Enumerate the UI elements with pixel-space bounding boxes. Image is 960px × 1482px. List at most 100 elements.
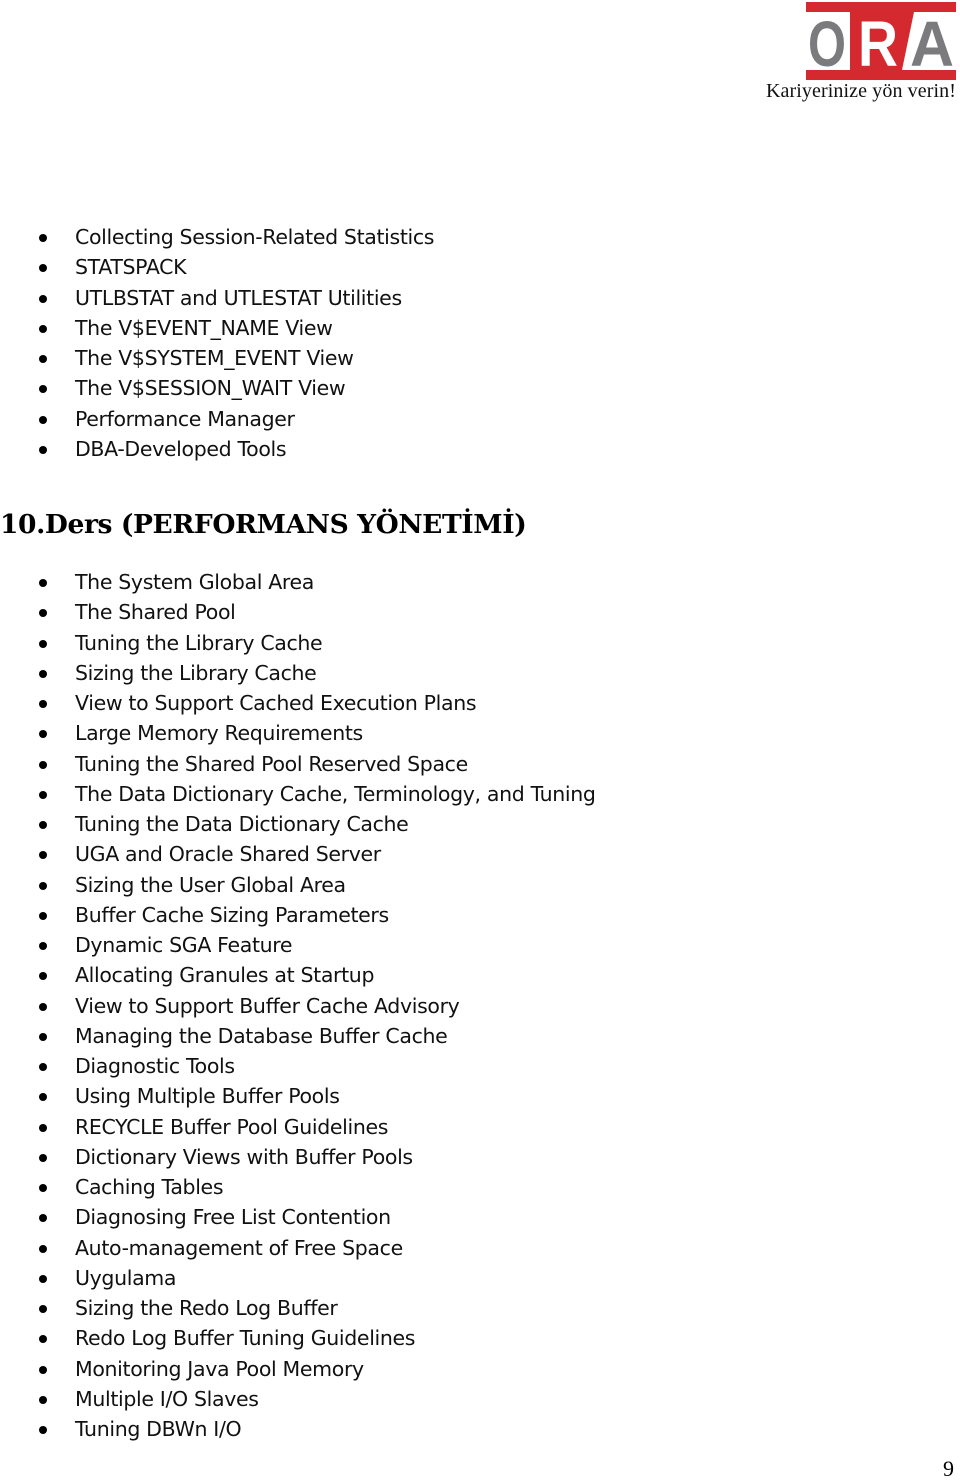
list-item: Diagnostic Tools	[0, 1051, 596, 1081]
list-item: The Shared Pool	[0, 597, 596, 627]
ora-logo: O R A	[806, 2, 956, 80]
list-item: Tuning the Shared Pool Reserved Space	[0, 749, 596, 779]
list-item: View to Support Cached Execution Plans	[0, 688, 596, 718]
list-item-text: View to Support Buffer Cache Advisory	[75, 993, 460, 1018]
bullet-icon	[39, 790, 47, 799]
bullet-icon	[39, 1395, 47, 1404]
list-item-text: Dynamic SGA Feature	[75, 933, 293, 957]
list-item-text: Diagnostic Tools	[75, 1054, 235, 1078]
bullet-icon	[39, 1002, 47, 1011]
list-item-text: Collecting Session-Related Statistics	[75, 225, 435, 249]
list-item-text: Large Memory Requirements	[75, 721, 363, 746]
list-item: The Data Dictionary Cache, Terminology, …	[0, 779, 596, 809]
bullet-icon	[39, 1365, 47, 1374]
list-item: Monitoring Java Pool Memory	[0, 1354, 596, 1384]
list-item-text: Redo Log Buffer Tuning Guidelines	[75, 1326, 416, 1351]
bullet-icon	[39, 851, 47, 860]
list-item: STATSPACK	[0, 252, 434, 282]
bullet-icon	[39, 942, 47, 950]
list-item: UGA and Oracle Shared Server	[0, 839, 596, 869]
list-item-text: Diagnosing Free List Contention	[75, 1205, 391, 1230]
list-item: Tuning the Data Dictionary Cache	[0, 809, 596, 839]
list-item-text: STATSPACK	[75, 255, 187, 280]
list-item-text: Managing the Database Buffer Cache	[75, 1023, 448, 1048]
list-item-text: RECYCLE Buffer Pool Guidelines	[75, 1114, 389, 1139]
list-item-text: The V$SESSION_WAIT View	[75, 376, 346, 401]
list-item-text: The V$SYSTEM_EVENT View	[75, 346, 354, 370]
list-item: The V$SESSION_WAIT View	[0, 373, 434, 403]
list-item-text: Sizing the Library Cache	[75, 660, 317, 685]
list-item-text: Caching Tables	[75, 1175, 224, 1199]
topic-list-2: The System Global Area The Shared Pool Tun…	[0, 567, 596, 1444]
list-item: Large Memory Requirements	[0, 718, 596, 748]
list-item-text: The V$EVENT_NAME View	[75, 315, 333, 340]
bullet-icon	[39, 1426, 47, 1434]
list-item: Managing the Database Buffer Cache	[0, 1021, 596, 1051]
bullet-icon	[39, 730, 47, 739]
bullet-icon	[39, 415, 47, 424]
list-item: View to Support Buffer Cache Advisory	[0, 991, 596, 1021]
list-item-text: Performance Manager	[75, 406, 295, 431]
list-item: Buffer Cache Sizing Parameters	[0, 900, 596, 930]
bullet-icon	[39, 669, 47, 678]
logo-tagline: Kariyerinize yön verin!	[766, 80, 956, 102]
list-item-text: Sizing the Redo Log Buffer	[75, 1296, 338, 1320]
list-item: Dynamic SGA Feature	[0, 930, 596, 960]
list-item: RECYCLE Buffer Pool Guidelines	[0, 1112, 596, 1142]
logo-letter-o: O	[808, 8, 846, 80]
list-item-text: Tuning the Library Cache	[75, 630, 323, 655]
list-item-text: The Shared Pool	[75, 600, 236, 625]
bullet-icon	[39, 972, 47, 981]
list-item-text: Dictionary Views with Buffer Pools	[75, 1144, 413, 1169]
list-item: Tuning the Library Cache	[0, 628, 596, 658]
bullet-icon	[39, 1214, 47, 1223]
bullet-icon	[39, 385, 47, 394]
list-item-text: DBA-Developed Tools	[75, 436, 287, 461]
list-item: Auto-management of Free Space	[0, 1233, 596, 1263]
list-item-text: UGA and Oracle Shared Server	[75, 842, 381, 867]
bullet-icon	[39, 639, 47, 648]
list-item-text: UTLBSTAT and UTLESTAT Utilities	[75, 285, 402, 310]
bullet-icon	[39, 1153, 47, 1162]
list-item-text: Tuning the Data Dictionary Cache	[75, 812, 409, 836]
bullet-icon	[39, 821, 47, 829]
logo-letter-a: A	[910, 8, 954, 80]
bullet-icon	[39, 1335, 47, 1344]
bullet-icon	[39, 1274, 47, 1283]
list-item-text: The System Global Area	[75, 570, 314, 594]
bullet-icon	[39, 234, 47, 242]
section-heading: 10.Ders (PERFORMANS YÖNETİMİ)	[0, 509, 527, 540]
bullet-icon	[39, 294, 47, 303]
bullet-icon	[39, 355, 47, 363]
bullet-icon	[39, 1123, 47, 1132]
list-item: The System Global Area	[0, 567, 596, 597]
list-item: DBA-Developed Tools	[0, 434, 434, 464]
list-item-text: The Data Dictionary Cache, Terminology, …	[75, 781, 596, 806]
bullet-icon	[39, 760, 47, 769]
topic-list-1: Collecting Session-Related Statistics STA…	[0, 222, 434, 464]
list-item: Uygulama	[0, 1263, 596, 1293]
bullet-icon	[39, 445, 47, 454]
list-item: Sizing the Library Cache	[0, 658, 596, 688]
bullet-icon	[39, 1184, 47, 1192]
list-item-text: Allocating Granules at Startup	[75, 963, 375, 988]
list-item: Dictionary Views with Buffer Pools	[0, 1142, 596, 1172]
list-item: Diagnosing Free List Contention	[0, 1202, 596, 1232]
list-item-text: Using Multiple Buffer Pools	[75, 1084, 340, 1109]
bullet-icon	[39, 1063, 47, 1071]
list-item: Sizing the User Global Area	[0, 870, 596, 900]
list-item-text: View to Support Cached Execution Plans	[75, 691, 477, 715]
list-item: Tuning DBWn I/O	[0, 1414, 596, 1444]
list-item: Caching Tables	[0, 1172, 596, 1202]
list-item: Multiple I/O Slaves	[0, 1384, 596, 1414]
list-item: Redo Log Buffer Tuning Guidelines	[0, 1323, 596, 1353]
list-item: Collecting Session-Related Statistics	[0, 222, 434, 252]
list-item-text: Auto-management of Free Space	[75, 1235, 403, 1260]
bullet-icon	[39, 264, 47, 273]
list-item-text: Monitoring Java Pool Memory	[75, 1356, 364, 1381]
list-item: Performance Manager	[0, 404, 434, 434]
logo-letter-r: R	[858, 8, 898, 80]
bullet-icon	[39, 324, 47, 333]
list-item: Allocating Granules at Startup	[0, 960, 596, 990]
bullet-icon	[39, 1093, 47, 1102]
